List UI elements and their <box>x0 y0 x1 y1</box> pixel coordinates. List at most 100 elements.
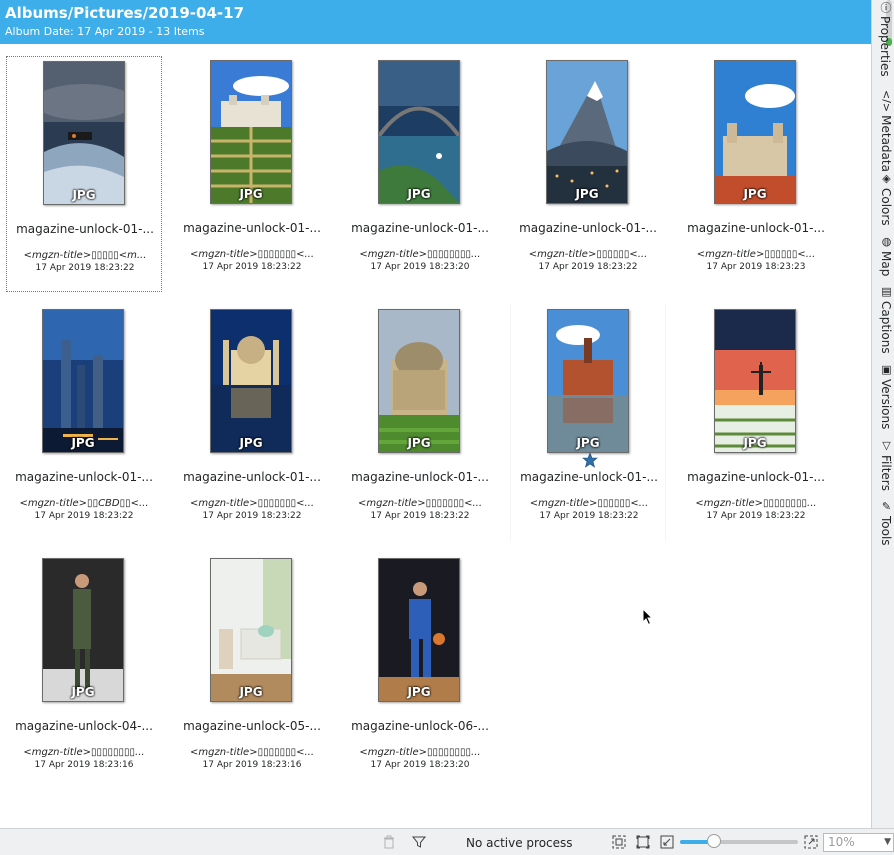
thumbnail-image[interactable]: JPG <box>43 61 125 205</box>
item-filename: magazine-unlock-01-... <box>520 470 658 484</box>
paint-bucket-icon: ◈ <box>880 172 893 185</box>
item-date: 17 Apr 2019 18:23:22 <box>34 511 134 521</box>
tab-colors[interactable]: ◈Colors <box>875 172 893 226</box>
item-filename: magazine-unlock-01-... <box>519 221 657 235</box>
thumbnail-image[interactable]: JPG <box>210 309 292 453</box>
format-badge: JPG <box>239 187 263 201</box>
thumbnail-image[interactable]: JPG <box>714 60 796 204</box>
item-title: <mgzn-title>▯▯▯▯▯▯<... <box>696 249 816 260</box>
thumbnail-image[interactable]: JPG <box>378 558 460 702</box>
format-badge: JPG <box>407 187 431 201</box>
thumbnail-image[interactable]: JPG <box>210 558 292 702</box>
item-date: 17 Apr 2019 18:23:23 <box>706 262 806 272</box>
item-date: 17 Apr 2019 18:23:22 <box>538 262 638 272</box>
thumbnail-item[interactable]: JPG magazine-unlock-06-... <mgzn-title>▯▯▯… <box>342 554 498 790</box>
item-date: 17 Apr 2019 18:23:20 <box>370 262 470 272</box>
format-badge: JPG <box>576 436 600 450</box>
thumbnail-item[interactable]: JPG magazine-unlock-01-... <mgzn-title>▯▯▯… <box>678 305 834 541</box>
filter-icon[interactable] <box>411 835 427 849</box>
item-title: <mgzn-title>▯▯▯▯▯▯▯<... <box>189 498 315 509</box>
zoom-out-icon[interactable] <box>660 835 674 849</box>
thumbnail-item[interactable]: JPG magazine-unlock-01-... <mgzn-title>▯▯▯… <box>6 56 162 292</box>
item-title: <mgzn-title>▯▯▯▯▯▯▯<... <box>357 498 483 509</box>
album-header: Albums/Pictures/2019-04-17 Album Date: 1… <box>0 0 871 44</box>
item-title: <mgzn-title>▯▯▯▯▯▯▯▯... <box>695 498 817 509</box>
zoom-to-100-icon[interactable] <box>612 835 626 849</box>
item-title: <mgzn-title>▯▯▯▯▯▯▯<... <box>189 747 315 758</box>
item-filename: magazine-unlock-01-... <box>687 221 825 235</box>
status-bar: No active process 10% ▼ <box>0 828 894 855</box>
item-filename: magazine-unlock-01-... <box>351 470 489 484</box>
thumbnail-item[interactable]: JPG magazine-unlock-05-... <mgzn-title>▯▯▯… <box>174 554 330 790</box>
tab-metadata[interactable]: </>Metadata <box>875 90 893 172</box>
zoom-slider-handle[interactable] <box>707 834 722 848</box>
thumbnail-image[interactable]: JPG <box>547 309 629 453</box>
thumbnail-item[interactable]: JPG magazine-unlock-01-... <mgzn-title>▯▯C… <box>6 305 162 541</box>
thumbnail-item[interactable]: JPG magazine-unlock-01-... <mgzn-title>▯▯▯… <box>678 56 834 292</box>
item-filename: magazine-unlock-04-... <box>15 719 153 733</box>
code-icon: </> <box>880 90 893 113</box>
format-badge: JPG <box>743 187 767 201</box>
thumbnail-item[interactable]: JPG magazine-unlock-01-... <mgzn-title>▯▯▯… <box>342 56 498 292</box>
thumbnail-item[interactable]: JPG magazine-unlock-01-... <mgzn-title>▯▯▯… <box>342 305 498 541</box>
format-badge: JPG <box>71 436 95 450</box>
thumbnail-item[interactable]: JPG magazine-unlock-01-... <mgzn-title>▯▯▯… <box>174 56 330 292</box>
caption-icon: ▤ <box>880 285 893 298</box>
thumbnail-image[interactable]: JPG <box>42 309 124 453</box>
process-status-text: No active process <box>466 836 573 850</box>
zoom-slider[interactable] <box>680 834 798 848</box>
thumbnail-image[interactable]: JPG <box>546 60 628 204</box>
item-date: 17 Apr 2019 18:23:22 <box>35 263 135 273</box>
thumbnail-image[interactable]: JPG <box>210 60 292 204</box>
item-title: <mgzn-title>▯▯▯▯▯▯<... <box>529 498 649 509</box>
tab-tools[interactable]: ✎Tools <box>875 500 893 546</box>
right-sidebar: ⓘProperties </>Metadata ◈Colors ◍Map ▤Ca… <box>871 0 894 828</box>
format-badge: JPG <box>575 187 599 201</box>
item-date: 17 Apr 2019 18:23:22 <box>202 262 302 272</box>
zoom-level-value: 10% <box>828 835 855 849</box>
format-badge: JPG <box>72 188 96 202</box>
thumbnail-image[interactable]: JPG <box>42 558 124 702</box>
filter-icon: ▽ <box>880 439 893 452</box>
fit-window-icon[interactable] <box>636 835 650 849</box>
item-filename: magazine-unlock-01-... <box>351 221 489 235</box>
item-title: <mgzn-title>▯▯CBD▯▯<... <box>19 498 149 509</box>
star-icon[interactable] <box>582 452 598 468</box>
item-date: 17 Apr 2019 18:23:22 <box>706 511 806 521</box>
item-date: 17 Apr 2019 18:23:22 <box>202 511 302 521</box>
thumbnail-item[interactable]: JPG magazine-unlock-01-... <mgzn-title>▯▯▯… <box>510 56 666 292</box>
zoom-in-icon[interactable] <box>804 835 818 849</box>
thumbnail-item[interactable]: JPG magazine-unlock-01-... <mgzn-title>▯▯▯… <box>510 305 666 541</box>
item-date: 17 Apr 2019 18:23:16 <box>202 760 302 770</box>
thumbnail-image[interactable]: JPG <box>714 309 796 453</box>
globe-icon: ◍ <box>880 235 893 248</box>
versions-icon: ▣ <box>880 363 893 376</box>
tab-versions[interactable]: ▣Versions <box>875 363 893 429</box>
thumbnail-image[interactable]: JPG <box>378 60 460 204</box>
tab-filters[interactable]: ▽Filters <box>875 439 893 491</box>
item-title: <mgzn-title>▯▯▯▯▯▯▯▯... <box>359 249 481 260</box>
item-filename: magazine-unlock-01-... <box>183 221 321 235</box>
item-filename: magazine-unlock-01-... <box>183 470 321 484</box>
zoom-level-combo[interactable]: 10% ▼ <box>823 833 894 852</box>
item-title: <mgzn-title>▯▯▯▯▯▯<... <box>528 249 648 260</box>
thumbnail-image[interactable]: JPG <box>378 309 460 453</box>
tab-captions[interactable]: ▤Captions <box>875 285 893 354</box>
item-filename: magazine-unlock-05-... <box>183 719 321 733</box>
thumbnail-item[interactable]: JPG magazine-unlock-01-... <mgzn-title>▯▯▯… <box>174 305 330 541</box>
tab-properties[interactable]: ⓘProperties <box>875 2 893 77</box>
format-badge: JPG <box>71 685 95 699</box>
tools-icon: ✎ <box>880 500 893 513</box>
album-date-subtitle: Album Date: 17 Apr 2019 - 13 Items <box>5 25 205 38</box>
thumbnail-grid[interactable]: JPG magazine-unlock-01-... <mgzn-title>▯▯▯… <box>0 44 871 828</box>
thumbnail-item[interactable]: JPG magazine-unlock-04-... <mgzn-title>▯▯▯… <box>6 554 162 790</box>
item-date: 17 Apr 2019 18:23:16 <box>34 760 134 770</box>
tab-map[interactable]: ◍Map <box>875 235 893 276</box>
item-date: 17 Apr 2019 18:23:22 <box>370 511 470 521</box>
format-badge: JPG <box>407 685 431 699</box>
trash-icon[interactable] <box>382 835 396 849</box>
item-title: <mgzn-title>▯▯▯▯▯▯▯▯... <box>359 747 481 758</box>
format-badge: JPG <box>239 685 263 699</box>
item-title: <mgzn-title>▯▯▯▯▯▯▯▯... <box>23 747 145 758</box>
chevron-down-icon[interactable]: ▼ <box>884 834 891 851</box>
